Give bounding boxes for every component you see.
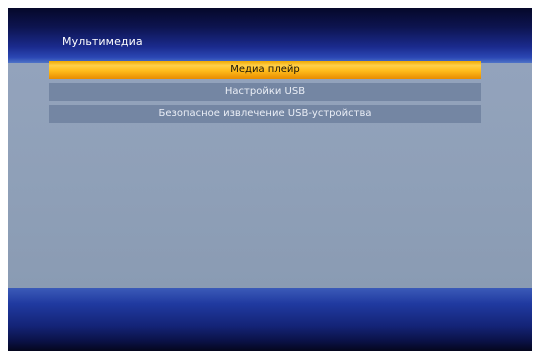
- menu-item-safe-remove-usb[interactable]: Безопасное извлечение USB-устройства: [49, 105, 481, 123]
- tv-screen: Мультимедиа: [8, 8, 532, 351]
- menu-item-label: Безопасное извлечение USB-устройства: [158, 108, 372, 119]
- page-title: Мультимедиа: [62, 35, 143, 48]
- multimedia-menu: Медиа плейр Настройки USB Безопасное изв…: [49, 61, 481, 127]
- menu-item-label: Медиа плейр: [230, 64, 300, 75]
- menu-item-media-player[interactable]: Медиа плейр: [49, 61, 481, 79]
- footer-bar: [8, 288, 532, 351]
- menu-item-label: Настройки USB: [224, 86, 306, 97]
- header-bar: Мультимедиа: [8, 8, 532, 63]
- menu-item-usb-settings[interactable]: Настройки USB: [49, 83, 481, 101]
